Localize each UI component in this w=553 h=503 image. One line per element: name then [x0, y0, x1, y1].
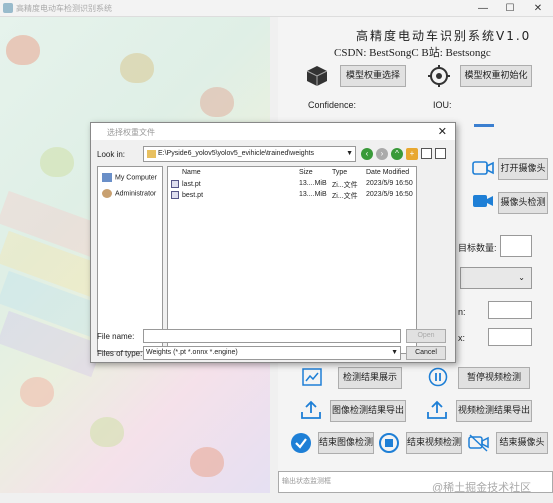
column-date[interactable]: Date Modified: [366, 167, 409, 179]
column-name[interactable]: Name: [182, 167, 201, 179]
apple-decoration: [6, 35, 40, 65]
upload-icon: [301, 400, 321, 419]
file-name-input[interactable]: [143, 329, 401, 343]
cancel-button[interactable]: Cancel: [406, 346, 446, 360]
label-x: x:: [458, 333, 466, 343]
end-image-button[interactable]: 结束图像检测: [318, 432, 374, 454]
close-button[interactable]: ✕: [525, 0, 551, 17]
folder-icon: [147, 150, 156, 158]
open-camera-button[interactable]: 打开摄像头: [498, 158, 548, 180]
author-info: CSDN: BestSongC B站: Bestsongc: [334, 47, 491, 59]
status-placeholder: 输出状态监测框: [282, 478, 331, 485]
window-title: 高精度电动车检测识别系统: [16, 4, 112, 13]
place-my-computer[interactable]: My Computer: [102, 173, 157, 182]
value-x-field: [488, 328, 532, 346]
chevron-down-icon: ▼: [391, 349, 398, 356]
iou-label: IOU:: [433, 100, 452, 110]
look-in-label: Look in:: [97, 150, 126, 159]
show-results-button[interactable]: 检测结果展示: [338, 367, 402, 389]
app-title: 高精度电动车识别系统V1.0: [356, 29, 532, 43]
file-dialog: 选择权重文件 ✕ Look in: E:\Pyside6_yolov5\yolo…: [90, 122, 456, 363]
place-administrator[interactable]: Administrator: [102, 189, 156, 198]
end-video-button[interactable]: 结束视频检测: [406, 432, 462, 454]
value-n-field: [488, 301, 532, 319]
target-count-field: [500, 235, 532, 257]
target-count-label: 目标数量:: [458, 243, 497, 253]
file-row-best[interactable]: best.pt: [171, 191, 203, 199]
apple-decoration: [40, 147, 74, 177]
label-n: n:: [458, 307, 466, 317]
stop-icon: [379, 433, 399, 453]
end-camera-button[interactable]: 结束摄像头: [496, 432, 548, 454]
dialog-title: 选择权重文件: [107, 128, 155, 137]
camera-detect-button[interactable]: 摄像头检测: [498, 192, 548, 214]
check-circle-icon: [291, 433, 311, 453]
target-icon: [428, 65, 450, 87]
model-init-button[interactable]: 模型权重初始化: [460, 65, 532, 87]
file-date: 2023/5/9 16:50: [366, 180, 413, 187]
file-size: 13....MiB: [299, 180, 327, 187]
window-titlebar: 高精度电动车检测识别系统 — ☐ ✕: [0, 0, 553, 17]
new-folder-icon[interactable]: +: [406, 148, 418, 160]
open-button[interactable]: Open: [406, 329, 446, 343]
files-of-type-select[interactable]: Weights (*.pt *.onnx *.engine) ▼: [143, 346, 401, 360]
up-icon[interactable]: ^: [391, 148, 403, 160]
export-video-button[interactable]: 视频检测结果导出: [456, 400, 532, 422]
apple-decoration: [200, 87, 234, 117]
dialog-close-button[interactable]: ✕: [438, 125, 447, 138]
detail-view-icon[interactable]: [435, 148, 446, 159]
column-type[interactable]: Type: [332, 167, 347, 179]
back-icon[interactable]: ‹: [361, 148, 373, 160]
file-size: 13....MiB: [299, 191, 327, 198]
apple-decoration: [20, 377, 54, 407]
target-select[interactable]: ⌄: [460, 267, 532, 289]
watermark: @稀土掘金技术社区: [432, 482, 532, 494]
cube-icon: [306, 66, 328, 86]
file-name-label: File name:: [97, 332, 135, 341]
chevron-down-icon: ▼: [346, 150, 353, 157]
file-list: Name Size Type Date Modified last.pt 13.…: [167, 166, 417, 354]
camera-filled-icon: [473, 195, 493, 207]
forward-icon[interactable]: ›: [376, 148, 388, 160]
confidence-label: Confidence:: [308, 100, 357, 110]
model-select-button[interactable]: 模型权重选择: [340, 65, 406, 87]
pause-video-button[interactable]: 暂停视频检测: [458, 367, 530, 389]
file-date: 2023/5/9 16:50: [366, 191, 413, 198]
apple-decoration: [190, 447, 224, 477]
file-type: Zi...文件: [332, 193, 358, 200]
upload-icon: [427, 400, 447, 419]
maximize-button[interactable]: ☐: [497, 0, 523, 17]
files-of-type-label: Files of type:: [97, 349, 143, 358]
look-in-path: E:\Pyside6_yolov5\yolov5_evihicle\traine…: [158, 150, 315, 157]
camera-outline-icon: [472, 161, 494, 175]
places-sidebar: My Computer Administrator: [97, 166, 163, 352]
apple-decoration: [90, 417, 124, 447]
column-size[interactable]: Size: [299, 167, 313, 179]
export-image-button[interactable]: 图像检测结果导出: [330, 400, 406, 422]
apple-decoration: [120, 53, 154, 83]
list-view-icon[interactable]: [421, 148, 432, 159]
file-type: Zi...文件: [332, 182, 358, 189]
file-row-last[interactable]: last.pt: [171, 180, 201, 188]
app-icon: [3, 3, 13, 13]
iou-slider[interactable]: [474, 124, 494, 127]
dialog-titlebar: 选择权重文件 ✕: [91, 123, 455, 140]
pause-icon: [428, 367, 448, 387]
chart-icon: [302, 368, 322, 386]
camera-off-icon: [468, 434, 489, 452]
minimize-button[interactable]: —: [470, 0, 496, 17]
look-in-combobox[interactable]: E:\Pyside6_yolov5\yolov5_evihicle\traine…: [143, 146, 356, 162]
